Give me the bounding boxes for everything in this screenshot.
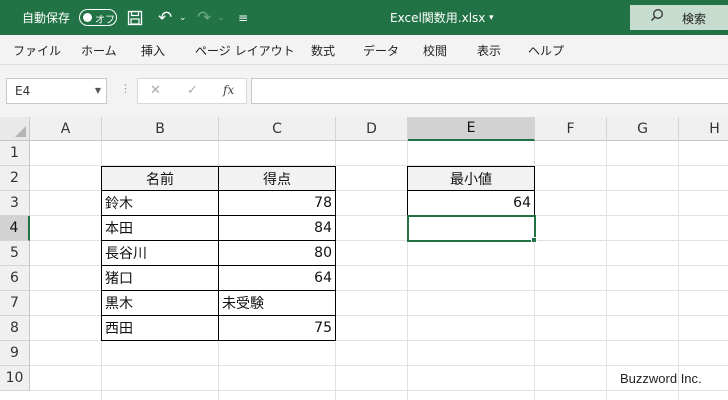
formula-input[interactable] — [251, 78, 728, 104]
tab-file[interactable]: ファイル — [13, 42, 61, 59]
search-icon — [650, 8, 664, 26]
score-cell[interactable]: 75 — [218, 315, 336, 341]
score-cell[interactable]: 84 — [218, 215, 336, 241]
column-header-a[interactable]: A — [30, 117, 102, 141]
search-label: 検索 — [682, 12, 707, 26]
redo-dropdown-icon[interactable]: ⌄ — [217, 0, 225, 35]
column-header-c[interactable]: C — [219, 117, 336, 141]
row-header-6[interactable]: 6 — [0, 266, 30, 291]
row-header-5[interactable]: 5 — [0, 241, 30, 266]
search-box[interactable]: 検索 — [630, 5, 728, 30]
tab-home[interactable]: ホーム — [81, 42, 117, 59]
formula-bar: E4 ▼ ⋮ ✕ ✓ fx — [0, 65, 728, 117]
column-header-h[interactable]: H — [679, 117, 728, 141]
chevron-down-icon[interactable]: ▾ — [489, 0, 494, 35]
gridline — [678, 141, 679, 400]
score-cell[interactable]: 80 — [218, 240, 336, 266]
toggle-knob — [83, 12, 92, 22]
score-cell[interactable]: 64 — [218, 265, 336, 291]
tab-review[interactable]: 校閲 — [423, 42, 447, 59]
row-header-3[interactable]: 3 — [0, 191, 30, 216]
watermark-text: Buzzword Inc. — [620, 371, 702, 386]
row-header-4[interactable]: 4 — [0, 216, 30, 241]
name-cell[interactable]: 西田 — [101, 315, 219, 341]
save-icon[interactable] — [127, 0, 143, 35]
min-value-cell[interactable]: 64 — [407, 190, 535, 216]
gridline — [30, 390, 728, 391]
more-options-icon[interactable]: ⋮ — [120, 82, 131, 95]
ribbon-tabs: ファイル ホーム 挿入 ページ レイアウト 数式 データ 校閲 表示 ヘルプ — [0, 35, 728, 65]
tab-insert[interactable]: 挿入 — [141, 42, 165, 59]
autosave-toggle[interactable]: オフ — [79, 9, 117, 26]
window-title: Excel関数用.xlsx — [390, 11, 486, 25]
column-header-f[interactable]: F — [535, 117, 607, 141]
spreadsheet-grid[interactable]: A B C D E F G H 1 2 3 4 5 6 7 8 9 10 名前 … — [0, 117, 728, 400]
select-all-button[interactable] — [0, 117, 30, 141]
cancel-icon[interactable]: ✕ — [150, 83, 161, 98]
enter-icon[interactable]: ✓ — [187, 83, 198, 98]
undo-dropdown-icon[interactable]: ⌄ — [179, 0, 187, 35]
gridline — [606, 141, 607, 400]
redo-icon[interactable]: ↷ — [197, 0, 211, 35]
row-header-9[interactable]: 9 — [0, 341, 30, 366]
title-bar: 自動保存 オフ ↶ ⌄ ↷ ⌄ ≡ Excel関数用.xlsx ▾ 検索 — [0, 0, 728, 35]
undo-icon[interactable]: ↶ — [158, 0, 172, 35]
gridline — [30, 365, 728, 366]
active-cell-e4[interactable] — [407, 215, 536, 242]
tab-data[interactable]: データ — [363, 42, 399, 59]
header-cell-name[interactable]: 名前 — [101, 166, 219, 191]
column-header-d[interactable]: D — [336, 117, 408, 141]
name-cell[interactable]: 本田 — [101, 215, 219, 241]
tab-page-layout[interactable]: ページ レイアウト — [195, 42, 295, 59]
score-cell[interactable]: 78 — [218, 190, 336, 216]
column-header-g[interactable]: G — [607, 117, 679, 141]
row-header-2[interactable]: 2 — [0, 166, 30, 191]
tab-view[interactable]: 表示 — [477, 42, 501, 59]
min-header-cell[interactable]: 最小値 — [407, 166, 535, 191]
select-all-icon — [15, 126, 26, 137]
name-box-value: E4 — [15, 84, 31, 98]
name-cell[interactable]: 長谷川 — [101, 240, 219, 266]
autosave-state: オフ — [95, 15, 115, 26]
row-header-7[interactable]: 7 — [0, 291, 30, 316]
name-cell[interactable]: 猪口 — [101, 265, 219, 291]
row-header-1[interactable]: 1 — [0, 141, 30, 166]
score-cell[interactable]: 未受験 — [218, 290, 336, 316]
customize-toolbar-icon[interactable]: ≡ — [238, 0, 248, 35]
autosave-label: 自動保存 — [22, 11, 71, 25]
chevron-down-icon[interactable]: ▼ — [95, 86, 101, 95]
row-header-8[interactable]: 8 — [0, 316, 30, 341]
name-cell[interactable]: 鈴木 — [101, 190, 219, 216]
name-cell[interactable]: 黒木 — [101, 290, 219, 316]
fill-handle[interactable] — [531, 237, 537, 243]
name-box[interactable]: E4 ▼ — [6, 78, 107, 104]
row-header-10[interactable]: 10 — [0, 366, 30, 391]
header-cell-score[interactable]: 得点 — [218, 166, 336, 191]
tab-help[interactable]: ヘルプ — [528, 42, 564, 59]
insert-function-icon[interactable]: fx — [223, 83, 234, 97]
column-header-e[interactable]: E — [408, 117, 535, 141]
tab-formulas[interactable]: 数式 — [311, 42, 335, 59]
formula-buttons: ✕ ✓ fx — [137, 78, 247, 104]
column-header-b[interactable]: B — [102, 117, 219, 141]
